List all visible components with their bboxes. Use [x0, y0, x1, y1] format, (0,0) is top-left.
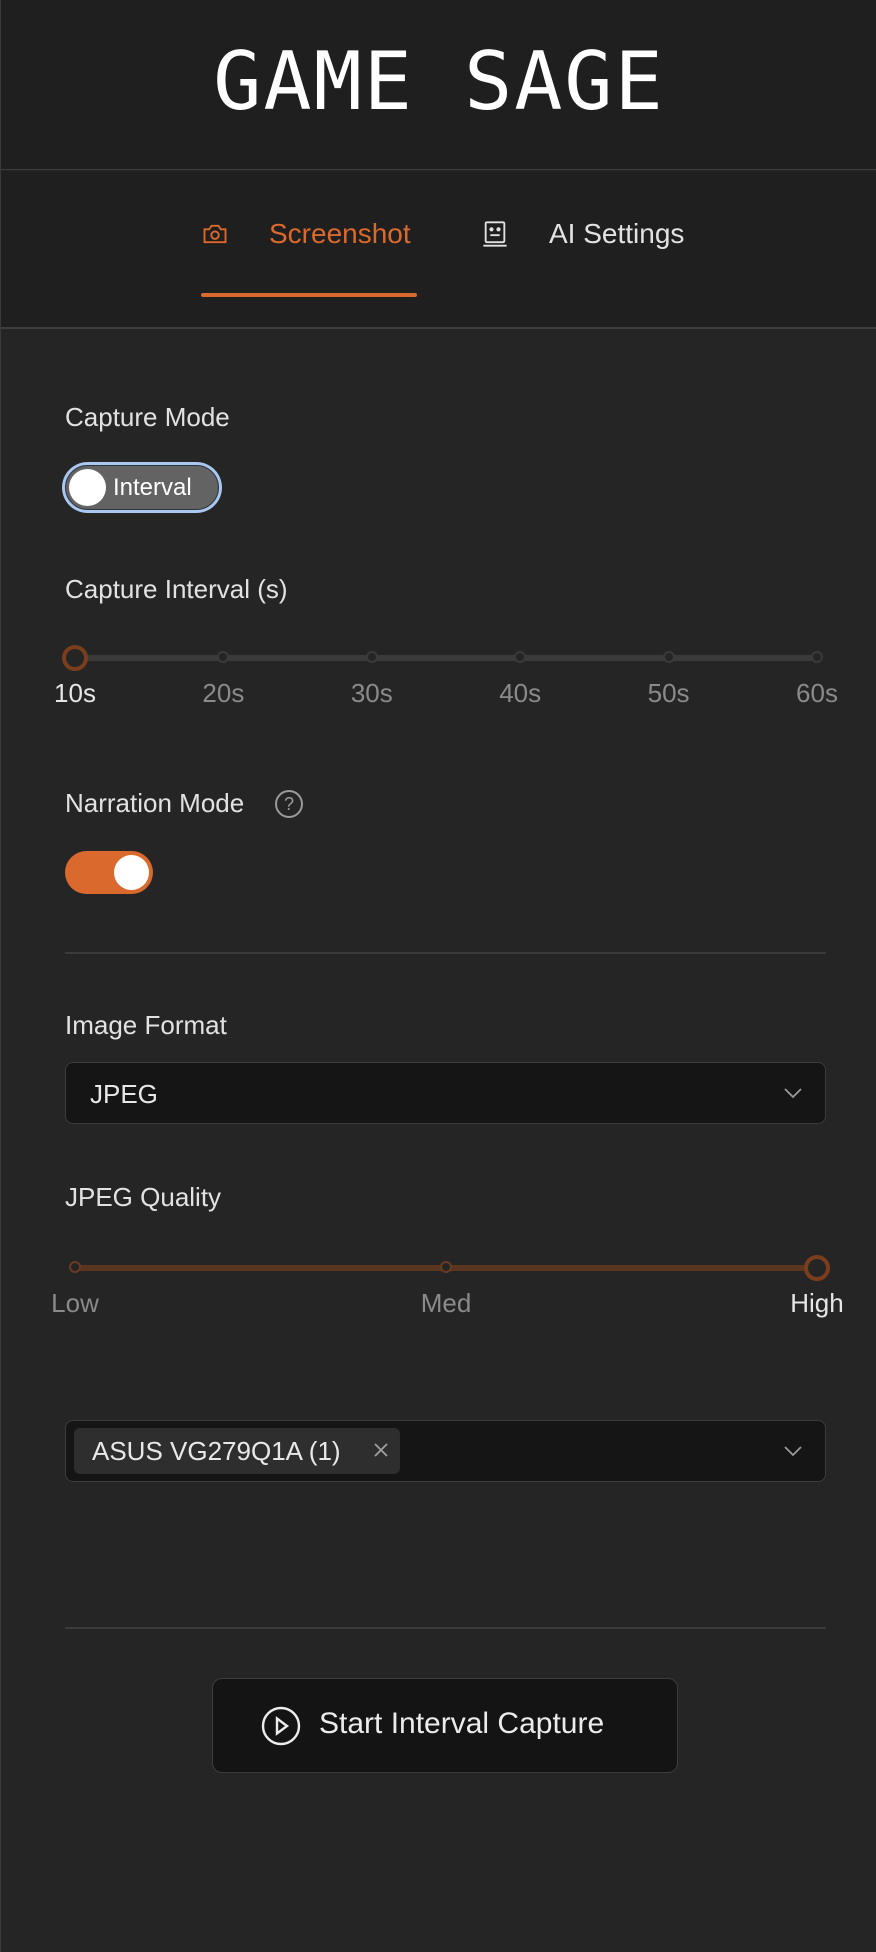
- tab-ai-settings-label: AI Settings: [549, 218, 685, 249]
- app-header: GAME SAGE: [1, 0, 876, 170]
- close-icon[interactable]: [372, 1441, 390, 1459]
- active-tab-indicator: [201, 293, 417, 297]
- monitor-select[interactable]: ASUS VG279Q1A (1): [65, 1420, 826, 1482]
- camera-icon: [203, 224, 227, 244]
- capture-interval-step-dot[interactable]: [662, 651, 675, 663]
- chevron-down-icon: [784, 1446, 802, 1457]
- jpeg-quality-label: JPEG Quality: [65, 1182, 222, 1212]
- capture-mode-toggle[interactable]: Interval: [65, 465, 219, 510]
- chevron-down-icon: [784, 1088, 802, 1099]
- question-circle-icon[interactable]: ?: [275, 790, 303, 818]
- capture-interval-slider[interactable]: [62, 645, 823, 671]
- capture-interval-step-dot[interactable]: [217, 651, 230, 663]
- image-format-select[interactable]: JPEG: [65, 1062, 826, 1124]
- tab-screenshot-label: Screenshot: [269, 218, 411, 249]
- selected-monitor-tag: ASUS VG279Q1A (1): [74, 1428, 400, 1474]
- capture-mode-label: Capture Mode: [65, 402, 230, 432]
- section-divider: [65, 1627, 826, 1629]
- start-interval-capture-label: Start Interval Capture: [319, 1707, 605, 1740]
- jpeg-quality-step-dot[interactable]: [440, 1261, 452, 1273]
- jpeg-quality-step-dot[interactable]: [69, 1261, 81, 1273]
- capture-interval-step-dot[interactable]: [514, 651, 527, 663]
- robot-icon: [483, 221, 507, 247]
- tab-bar: Screenshot AI Settings: [1, 171, 876, 329]
- tab-screenshot[interactable]: Screenshot: [201, 171, 411, 297]
- capture-interval-mark-label[interactable]: 10s: [54, 678, 96, 709]
- capture-interval-mark-label[interactable]: 20s: [202, 678, 244, 709]
- capture-interval-mark-label[interactable]: 60s: [796, 678, 838, 709]
- capture-interval-handle[interactable]: [62, 645, 88, 671]
- jpeg-quality-mark-label[interactable]: High: [790, 1288, 843, 1319]
- start-interval-capture-button[interactable]: Start Interval Capture: [212, 1678, 678, 1773]
- play-circle-icon: [261, 1706, 301, 1746]
- selected-monitor-label: ASUS VG279Q1A (1): [92, 1435, 341, 1466]
- app-root: GAME SAGE Screenshot AI Settings Capture…: [0, 0, 876, 1952]
- app-title: GAME SAGE: [213, 35, 665, 128]
- capture-interval-mark-label[interactable]: 40s: [499, 678, 541, 709]
- jpeg-quality-slider[interactable]: [69, 1255, 830, 1281]
- toggle-knob: [114, 855, 149, 890]
- tab-ai-settings[interactable]: AI Settings: [481, 171, 684, 297]
- capture-interval-mark-label[interactable]: 30s: [351, 678, 393, 709]
- narration-mode-label: Narration Mode: [65, 788, 245, 818]
- toggle-knob: [69, 469, 106, 506]
- jpeg-quality-mark-label[interactable]: Low: [51, 1288, 99, 1319]
- capture-mode-toggle-text: Interval: [113, 474, 192, 501]
- jpeg-quality-handle[interactable]: [804, 1255, 830, 1281]
- section-divider: [65, 952, 826, 954]
- image-format-label: Image Format: [65, 1010, 227, 1040]
- image-format-value: JPEG: [90, 1079, 158, 1109]
- jpeg-quality-mark-label[interactable]: Med: [421, 1288, 472, 1319]
- capture-interval-step-dot[interactable]: [365, 651, 378, 663]
- capture-interval-mark-label[interactable]: 50s: [648, 678, 690, 709]
- capture-interval-label: Capture Interval (s): [65, 574, 288, 604]
- narration-mode-toggle[interactable]: [65, 851, 153, 894]
- capture-interval-step-dot[interactable]: [811, 651, 823, 663]
